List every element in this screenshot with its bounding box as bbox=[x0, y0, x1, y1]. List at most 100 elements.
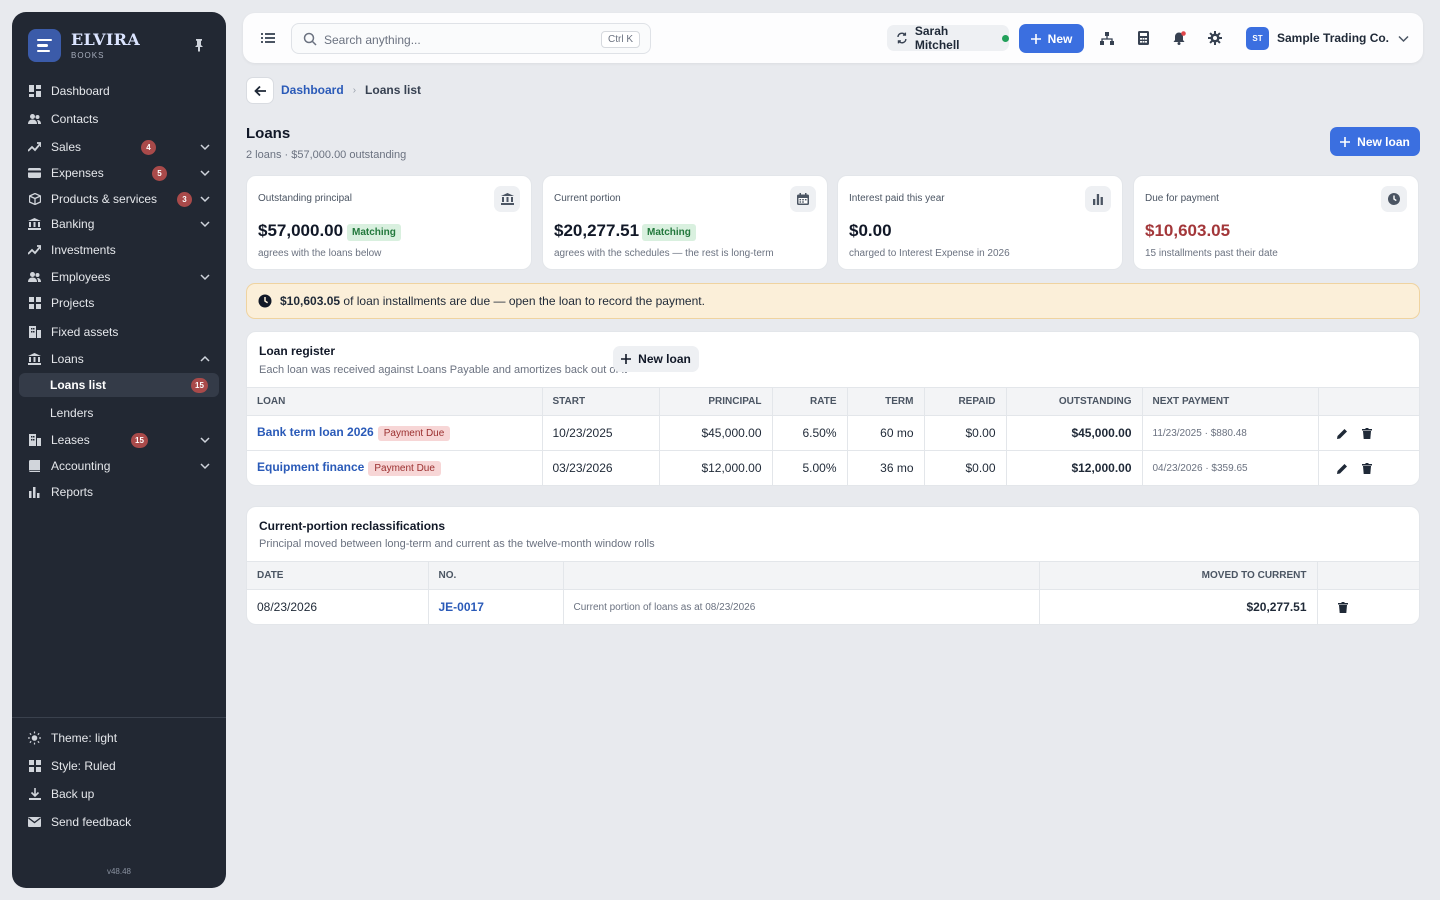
pin-icon[interactable] bbox=[193, 38, 205, 52]
start-cell: 10/23/2025 bbox=[542, 415, 660, 451]
journal-entry-link[interactable]: JE-0017 bbox=[439, 600, 484, 614]
col-start[interactable]: Start bbox=[542, 387, 660, 416]
col-no[interactable]: No. bbox=[428, 561, 564, 590]
col-memo bbox=[563, 561, 1040, 590]
sidebar-item-dashboard[interactable]: Dashboard bbox=[19, 79, 219, 103]
chevron-down-icon[interactable] bbox=[200, 142, 210, 152]
breadcrumb-dashboard[interactable]: Dashboard bbox=[281, 83, 344, 97]
user-switcher[interactable]: Sarah Mitchell bbox=[887, 24, 1009, 52]
chevron-down-icon[interactable] bbox=[200, 194, 210, 204]
calculator-button[interactable] bbox=[1135, 30, 1151, 46]
new-loan-button[interactable]: New loan bbox=[1330, 127, 1420, 156]
online-status-dot bbox=[1002, 34, 1009, 42]
settings-button[interactable] bbox=[1207, 30, 1223, 46]
brand-subtitle: BOOKS bbox=[71, 51, 105, 60]
table-row[interactable]: Bank term loan 2026 Payment Due 10/23/202… bbox=[247, 415, 1419, 451]
stat-label: Interest paid this year bbox=[849, 193, 945, 204]
loan-link[interactable]: Equipment finance bbox=[257, 460, 364, 474]
chevron-down-icon[interactable] bbox=[200, 219, 210, 229]
sales-icon bbox=[28, 141, 41, 154]
col-actions bbox=[1318, 387, 1419, 416]
sidebar-item-products[interactable]: Products & services 3 bbox=[19, 187, 219, 211]
sidebar-item-label: Contacts bbox=[51, 112, 99, 126]
sidebar-item-loans[interactable]: Loans bbox=[19, 347, 219, 371]
chevron-up-icon[interactable] bbox=[200, 354, 210, 364]
col-next-payment[interactable]: Next payment bbox=[1142, 387, 1319, 416]
sidebar-item-employees[interactable]: Employees bbox=[19, 265, 219, 289]
sidebar-item-loans-list[interactable]: Loans list 15 bbox=[19, 373, 219, 397]
sidebar-item-leases[interactable]: Leases 15 bbox=[19, 428, 219, 452]
table-header-row: Loan Start Principal Rate Term Repaid Ou… bbox=[247, 387, 1419, 416]
feedback-button[interactable]: Send feedback bbox=[19, 810, 219, 834]
brand[interactable]: ELVIRA BOOKS bbox=[28, 29, 140, 62]
chevron-down-icon[interactable] bbox=[200, 461, 210, 471]
sidebar: ELVIRA BOOKS Dashboard Contacts Sales 4 … bbox=[12, 12, 226, 888]
sidebar-item-label: Products & services bbox=[51, 192, 158, 206]
projects-icon bbox=[28, 297, 41, 310]
stat-label: Current portion bbox=[554, 193, 621, 204]
trash-icon[interactable] bbox=[1360, 426, 1374, 440]
new-button[interactable]: New bbox=[1019, 24, 1084, 53]
repaid-cell: $0.00 bbox=[924, 450, 1007, 485]
grid-icon bbox=[28, 760, 41, 773]
edit-icon[interactable] bbox=[1336, 426, 1350, 440]
sidebar-item-investments[interactable]: Investments bbox=[19, 238, 219, 262]
sidebar-item-lenders[interactable]: Lenders bbox=[19, 401, 219, 425]
chevron-down-icon[interactable] bbox=[200, 168, 210, 178]
employees-icon bbox=[28, 271, 41, 284]
table-row[interactable]: Equipment finance Payment Due 03/23/2026 … bbox=[247, 450, 1419, 485]
col-loan[interactable]: Loan bbox=[247, 387, 543, 416]
chevron-down-icon bbox=[1398, 35, 1409, 42]
backup-button[interactable]: Back up bbox=[19, 782, 219, 806]
sidebar-footer bbox=[12, 717, 226, 718]
clock-icon bbox=[1381, 186, 1407, 212]
search-input[interactable]: Search anything... Ctrl K bbox=[291, 23, 651, 54]
notifications-button[interactable] bbox=[1171, 30, 1187, 46]
col-outstanding[interactable]: Outstanding bbox=[1006, 387, 1143, 416]
register-new-loan-button[interactable]: New loan bbox=[613, 346, 699, 372]
clock-icon bbox=[258, 294, 272, 308]
actions-cell bbox=[1318, 415, 1419, 451]
new-loan-label: New loan bbox=[1357, 134, 1410, 149]
list-menu-icon[interactable] bbox=[261, 31, 275, 45]
company-switcher[interactable]: ST Sample Trading Co. bbox=[1246, 25, 1409, 51]
alert-amount: $10,603.05 bbox=[280, 294, 341, 308]
chevron-down-icon[interactable] bbox=[200, 272, 210, 282]
col-term[interactable]: Term bbox=[847, 387, 925, 416]
edit-icon[interactable] bbox=[1336, 462, 1350, 476]
trash-icon[interactable] bbox=[1336, 601, 1350, 615]
status-badge: Payment Due bbox=[377, 426, 451, 441]
col-principal[interactable]: Principal bbox=[659, 387, 773, 416]
principal-cell: $45,000.00 bbox=[659, 415, 773, 451]
sidebar-item-accounting[interactable]: Accounting bbox=[19, 454, 219, 478]
back-button[interactable] bbox=[246, 77, 274, 104]
stat-value: $0.00 bbox=[849, 221, 892, 240]
sales-badge: 4 bbox=[141, 139, 156, 155]
org-chart-button[interactable] bbox=[1099, 30, 1115, 46]
sidebar-item-expenses[interactable]: Expenses 5 bbox=[19, 161, 219, 185]
theme-toggle[interactable]: Theme: light bbox=[19, 726, 219, 750]
chevron-down-icon[interactable] bbox=[200, 435, 210, 445]
sidebar-item-contacts[interactable]: Contacts bbox=[19, 107, 219, 131]
sidebar-item-banking[interactable]: Banking bbox=[19, 212, 219, 236]
bar-chart-icon bbox=[1085, 186, 1111, 212]
sidebar-item-projects[interactable]: Projects bbox=[19, 291, 219, 315]
col-rate[interactable]: Rate bbox=[772, 387, 848, 416]
trash-icon[interactable] bbox=[1360, 462, 1374, 476]
accounting-icon bbox=[28, 460, 41, 473]
sidebar-item-sales[interactable]: Sales 4 bbox=[19, 135, 219, 159]
sidebar-item-fixed-assets[interactable]: Fixed assets bbox=[19, 320, 219, 344]
chevron-right-icon: › bbox=[352, 84, 357, 96]
table-row[interactable]: 08/23/2026 JE-0017 Current portion of lo… bbox=[247, 589, 1419, 624]
loan-link[interactable]: Bank term loan 2026 bbox=[257, 425, 374, 439]
stat-note: agrees with the loans below bbox=[258, 248, 382, 259]
bell-icon bbox=[1173, 31, 1186, 45]
style-toggle[interactable]: Style: Ruled bbox=[19, 754, 219, 778]
sidebar-item-reports[interactable]: Reports bbox=[19, 480, 219, 504]
reclassifications-table: Date No. Moved to current 08/23/2026 JE-… bbox=[247, 561, 1419, 624]
col-repaid[interactable]: Repaid bbox=[924, 387, 1007, 416]
col-moved-to-current[interactable]: Moved to current bbox=[1039, 561, 1318, 590]
page-subtitle: 2 loans · $57,000.00 outstanding bbox=[246, 149, 407, 161]
col-date[interactable]: Date bbox=[247, 561, 429, 590]
sidebar-item-label: Banking bbox=[51, 217, 95, 231]
